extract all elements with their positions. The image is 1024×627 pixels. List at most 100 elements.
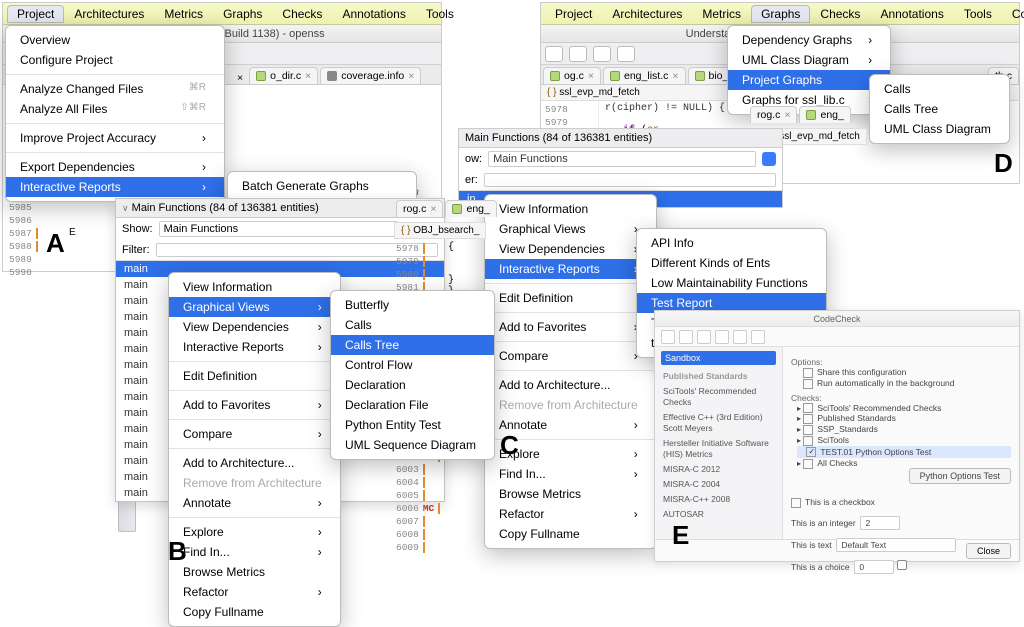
check-item-cb[interactable]	[803, 459, 813, 469]
ctx-refactor[interactable]: Refactor	[485, 504, 656, 524]
menu-compare[interactable]: Compare	[1002, 5, 1024, 23]
menu-item-uml-class[interactable]: UML Class Diagram	[728, 50, 890, 70]
tab[interactable]: rog.c×	[750, 106, 797, 123]
example-checkbox[interactable]	[791, 498, 801, 508]
tool-btn[interactable]	[617, 46, 635, 62]
close-icon[interactable]: ×	[588, 70, 594, 82]
ctx-edit-def[interactable]: Edit Definition	[169, 366, 340, 386]
tree-item[interactable]: SciTools' Recommended Checks	[661, 384, 776, 410]
tool-btn[interactable]	[751, 330, 765, 344]
ctx-browse-metrics[interactable]: Browse Metrics	[485, 484, 656, 504]
ctx-edit-def[interactable]: Edit Definition	[485, 288, 656, 308]
menu-item-configure[interactable]: Configure Project	[6, 50, 224, 70]
tab[interactable]: eng_	[799, 106, 850, 123]
ctx-compare[interactable]: Compare	[485, 346, 656, 366]
check-label[interactable]: SciTools' Recommended Checks	[817, 403, 941, 413]
python-options-test-button[interactable]: Python Options Test	[909, 468, 1011, 484]
menu-item-overview[interactable]: Overview	[6, 30, 224, 50]
int-input[interactable]: 2	[860, 516, 900, 530]
ctx-annotate[interactable]: Annotate	[169, 493, 340, 513]
tree-item[interactable]: Effective C++ (3rd Edition) Scott Meyers	[661, 410, 776, 436]
sub-declaration[interactable]: Declaration	[331, 375, 494, 395]
ctx-add-arch[interactable]: Add to Architecture...	[169, 453, 340, 473]
close-icon[interactable]: ×	[430, 203, 436, 215]
check-label[interactable]: SSP_Standards	[817, 424, 877, 434]
tree-item[interactable]: Hersteller Initiative Software (HIS) Met…	[661, 436, 776, 462]
ctx-explore[interactable]: Explore	[169, 522, 340, 542]
close-button[interactable]: Close	[966, 543, 1011, 559]
tree-item[interactable]: MISRA-C++ 2008	[661, 492, 776, 507]
sub-declaration-file[interactable]: Declaration File	[331, 395, 494, 415]
ctx-find-in[interactable]: Find In...	[169, 542, 340, 562]
submenu-batch-generate[interactable]: Batch Generate Graphs	[228, 176, 416, 196]
check-item-cb[interactable]	[803, 403, 813, 413]
ctx-refactor[interactable]: Refactor	[169, 582, 340, 602]
menu-item-dependency-graphs[interactable]: Dependency Graphs	[728, 30, 890, 50]
ctx-view-info[interactable]: View Information	[169, 277, 340, 297]
menu-architectures[interactable]: Architectures	[64, 5, 154, 23]
menu-metrics[interactable]: Metrics	[692, 5, 751, 23]
sub-calls[interactable]: Calls	[331, 315, 494, 335]
check-item-cb[interactable]	[803, 425, 813, 435]
close-icon[interactable]: ×	[408, 70, 414, 82]
close-icon[interactable]: ×	[672, 70, 678, 82]
sub-control-flow[interactable]: Control Flow	[331, 355, 494, 375]
submenu-calls[interactable]: Calls	[870, 79, 1009, 99]
ctx-view-deps[interactable]: View Dependencies	[485, 239, 656, 259]
menu-checks[interactable]: Checks	[272, 5, 332, 23]
check-label[interactable]: Published Standards	[817, 413, 895, 423]
checkbox-autorun[interactable]	[803, 379, 813, 389]
check-label[interactable]: SciTools	[817, 435, 849, 445]
ctx-compare[interactable]: Compare	[169, 424, 340, 444]
menu-project[interactable]: Project	[545, 5, 602, 23]
tab[interactable]: eng_list.c×	[603, 67, 686, 84]
tree-header-sandbox[interactable]: Sandbox	[661, 351, 776, 365]
close-icon[interactable]: ×	[233, 72, 247, 84]
submenu-calls-tree[interactable]: Calls Tree	[870, 99, 1009, 119]
tool-btn[interactable]	[593, 46, 611, 62]
menu-architectures[interactable]: Architectures	[602, 5, 692, 23]
menu-graphs[interactable]: Graphs	[751, 5, 810, 23]
show-select[interactable]: Main Functions	[159, 221, 398, 237]
check-item-cb[interactable]	[806, 447, 816, 457]
show-select[interactable]: Main Functions	[488, 151, 756, 167]
choice-select[interactable]: 0	[854, 560, 894, 574]
ctx-copy-fullname[interactable]: Copy Fullname	[169, 602, 340, 622]
check-item-cb[interactable]	[803, 436, 813, 446]
menu-project[interactable]: Project	[7, 5, 64, 23]
dropdown-icon[interactable]	[897, 560, 907, 570]
menu-item-analyze-all[interactable]: Analyze All Files⇧⌘R	[6, 99, 224, 119]
tool-btn[interactable]	[569, 46, 587, 62]
menu-item-interactive-reports[interactable]: Interactive Reports	[6, 177, 224, 197]
menu-annotations[interactable]: Annotations	[870, 5, 953, 23]
tab[interactable]: eng_	[445, 200, 496, 217]
menu-item-export-deps[interactable]: Export Dependencies	[6, 157, 224, 177]
sub-uml-seq[interactable]: UML Sequence Diagram	[331, 435, 494, 455]
tab[interactable]: coverage.info×	[320, 67, 421, 84]
tab[interactable]: og.c×	[543, 67, 601, 84]
sub-diff-kinds[interactable]: Different Kinds of Ents	[637, 253, 826, 273]
text-input[interactable]: Default Text	[836, 538, 956, 552]
tree-item[interactable]: MISRA-C 2012	[661, 462, 776, 477]
menu-metrics[interactable]: Metrics	[154, 5, 213, 23]
sub-low-maint[interactable]: Low Maintainability Functions	[637, 273, 826, 293]
ctx-interactive-reports[interactable]: Interactive Reports	[485, 259, 656, 279]
ctx-add-arch[interactable]: Add to Architecture...	[485, 375, 656, 395]
tree-item[interactable]: MISRA-C 2004	[661, 477, 776, 492]
ctx-view-info[interactable]: View Information	[485, 199, 656, 219]
menu-item-project-graphs[interactable]: Project Graphs	[728, 70, 890, 90]
checkbox-share[interactable]	[803, 368, 813, 378]
tool-btn[interactable]	[661, 330, 675, 344]
ctx-add-fav[interactable]: Add to Favorites	[485, 317, 656, 337]
dropdown-icon[interactable]	[762, 152, 776, 166]
ctx-browse-metrics[interactable]: Browse Metrics	[169, 562, 340, 582]
ctx-find-in[interactable]: Find In...	[485, 464, 656, 484]
ctx-graphical-views[interactable]: Graphical Views	[169, 297, 340, 317]
ctx-add-fav[interactable]: Add to Favorites	[169, 395, 340, 415]
ctx-copy-fullname[interactable]: Copy Fullname	[485, 524, 656, 544]
menu-item-analyze-changed[interactable]: Analyze Changed Files⌘R	[6, 79, 224, 99]
menu-item-improve-accuracy[interactable]: Improve Project Accuracy	[6, 128, 224, 148]
sub-calls-tree[interactable]: Calls Tree	[331, 335, 494, 355]
close-icon[interactable]: ×	[305, 70, 311, 82]
tool-btn[interactable]	[697, 330, 711, 344]
